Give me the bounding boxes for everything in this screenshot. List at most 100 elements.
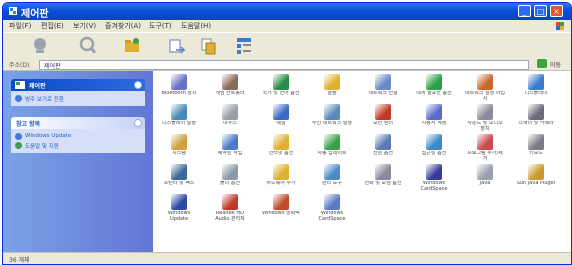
go-button[interactable]: 이동 [537, 59, 567, 69]
toolbar [3, 32, 571, 60]
control-panel-item[interactable]: 글꼴 [312, 74, 352, 105]
switch-category-view-link[interactable]: 범주 보기로 전환 [15, 94, 141, 103]
control-panel-item-label: 접근성 옵션 [421, 151, 447, 156]
control-panel-item[interactable]: 메일 [261, 104, 301, 135]
control-panel-item[interactable]: Java [465, 164, 505, 195]
menu-tools[interactable]: 도구(T) [149, 21, 172, 31]
see-also-box-title: 참고 항목 [16, 121, 41, 128]
control-panel-item-icon [222, 74, 238, 90]
windows-update-label: Windows Update [25, 133, 72, 139]
control-panel-item-icon [477, 164, 493, 180]
address-input[interactable]: 제어판 [39, 60, 529, 70]
control-panel-item-label: Realtek HD Audio 관리자 [215, 211, 245, 222]
control-panel-item-label: Sun Java Plugin [516, 181, 556, 186]
control-panel-item[interactable]: 접근성 옵션 [414, 134, 454, 165]
control-panel-item[interactable]: 폴더 옵션 [210, 164, 250, 195]
menu-edit[interactable]: 편집(E) [41, 21, 64, 31]
close-button[interactable]: × [550, 5, 563, 17]
control-panel-item[interactable]: Windows CardSpace [312, 194, 352, 225]
control-panel-item-icon [528, 134, 544, 150]
menu-view[interactable]: 보기(V) [73, 21, 96, 31]
control-panel-item-label: 보안 센터 [373, 121, 393, 126]
control-panel-item-label: 하드웨어 추가 [266, 181, 296, 186]
control-panel-item-label: 네트워크 연결 [368, 91, 398, 96]
move-icon[interactable] [166, 35, 188, 57]
control-panel-item[interactable]: 프린터 및 팩스 [159, 164, 199, 195]
control-panel-item-label: 인터넷 옵션 [268, 151, 294, 156]
control-panel-item[interactable]: 게임 컨트롤러 [210, 74, 250, 105]
see-also-box-header[interactable]: 참고 항목 [11, 117, 145, 129]
windows-logo-icon [556, 22, 564, 30]
control-panel-item-label: 내게 필요한 옵션 [416, 91, 452, 96]
help-support-link[interactable]: 도움말 및 지원 [15, 141, 141, 150]
control-panel-item[interactable]: Windows CardSpace [414, 164, 454, 195]
control-panel-item-icon [375, 104, 391, 120]
maximize-button[interactable]: □ [534, 5, 547, 17]
control-panel-item[interactable]: 시스템 [159, 134, 199, 165]
switch-view-icon [15, 95, 22, 102]
control-panel-item-label: 메일 [276, 121, 286, 126]
control-panel-item-icon [222, 164, 238, 180]
control-panel-item[interactable]: 마우스 [210, 104, 250, 135]
back-icon[interactable] [29, 35, 51, 57]
search-icon[interactable] [77, 35, 99, 57]
control-panel-item[interactable]: 보안 센터 [363, 104, 403, 135]
control-panel-item-label: 시스템 [172, 151, 186, 156]
status-text: 36 개체 [9, 257, 30, 264]
control-panel-item-icon [273, 104, 289, 120]
control-panel-item[interactable]: 자동 업데이트 [312, 134, 352, 165]
views-icon[interactable] [233, 35, 255, 57]
control-panel-item[interactable]: 무선 네트워크 설정 [312, 104, 352, 135]
address-label: 주소(D) [9, 62, 30, 69]
go-arrow-icon [537, 59, 547, 68]
control-panel-item[interactable]: 스캐너 및 카메라 [516, 104, 556, 135]
address-value: 제어판 [44, 63, 61, 70]
folders-icon[interactable] [121, 35, 143, 57]
control-panel-item-label: 프로그램 추가/제거 [467, 151, 503, 162]
windows-update-link[interactable]: Windows Update [15, 132, 141, 141]
control-panel-item[interactable]: 프로그램 추가/제거 [465, 134, 505, 165]
control-panel-item-icon [375, 134, 391, 150]
help-icon [15, 142, 22, 149]
chevron-up-icon[interactable] [134, 81, 142, 89]
control-panel-item[interactable]: 국가 및 언어 옵션 [261, 74, 301, 105]
control-panel-item[interactable]: 하드웨어 추가 [261, 164, 301, 195]
control-panel-item[interactable]: 디스플레이 [516, 74, 556, 105]
control-panel-item-icon [273, 134, 289, 150]
control-panel-box-header[interactable]: 제어판 [11, 79, 145, 91]
control-panel-item-label: Java [479, 181, 491, 186]
menu-file[interactable]: 파일(F) [9, 21, 31, 31]
control-panel-item[interactable]: 관리 도구 [312, 164, 352, 195]
control-panel-item[interactable]: Windows 방화벽 [261, 194, 301, 225]
control-panel-item[interactable]: 인터넷 옵션 [261, 134, 301, 165]
control-panel-item[interactable]: 키보드 [516, 134, 556, 165]
control-panel-item[interactable]: Windows Update [159, 194, 199, 225]
title-bar[interactable]: 제어판 _ □ × [3, 3, 571, 20]
control-panel-item[interactable]: 네트워크 연결 [363, 74, 403, 105]
control-panel-item-label: 관리 도구 [322, 181, 342, 186]
control-panel-item-icon [222, 194, 238, 210]
control-panel-item-label: 글꼴 [327, 91, 337, 96]
control-panel-item[interactable]: 사운드 및 오디오 장치 [465, 104, 505, 135]
control-panel-item[interactable]: Realtek HD Audio 관리자 [210, 194, 250, 225]
copy-icon[interactable] [198, 35, 220, 57]
menu-help[interactable]: 도움말(H) [181, 21, 211, 31]
control-panel-item[interactable]: 전원 옵션 [363, 134, 403, 165]
control-panel-item[interactable]: 네트워크 설정 마법사 [465, 74, 505, 105]
chevron-up-icon[interactable] [134, 119, 142, 127]
minimize-button[interactable]: _ [518, 5, 531, 17]
control-panel-item-icon [324, 104, 340, 120]
control-panel-item-label: 게임 컨트롤러 [215, 91, 245, 96]
control-panel-item[interactable]: 전화 및 모뎀 옵션 [363, 164, 403, 195]
control-panel-item-label: Bluetooth 장치 [161, 91, 197, 96]
control-panel-item-icon [273, 74, 289, 90]
control-panel-item[interactable]: 사용자 계정 [414, 104, 454, 135]
control-panel-item-label: 프린터 및 팩스 [163, 181, 195, 186]
menu-favorites[interactable]: 즐겨찾기(A) [105, 21, 141, 31]
control-panel-item[interactable]: Bluetooth 장치 [159, 74, 199, 105]
control-panel-item[interactable]: 예약된 작업 [210, 134, 250, 165]
control-panel-item[interactable]: Sun Java Plugin [516, 164, 556, 195]
control-panel-item[interactable]: 디스플레이 설정 [159, 104, 199, 135]
control-panel-item[interactable]: 내게 필요한 옵션 [414, 74, 454, 105]
control-panel-item-label: 무선 네트워크 설정 [312, 121, 352, 126]
